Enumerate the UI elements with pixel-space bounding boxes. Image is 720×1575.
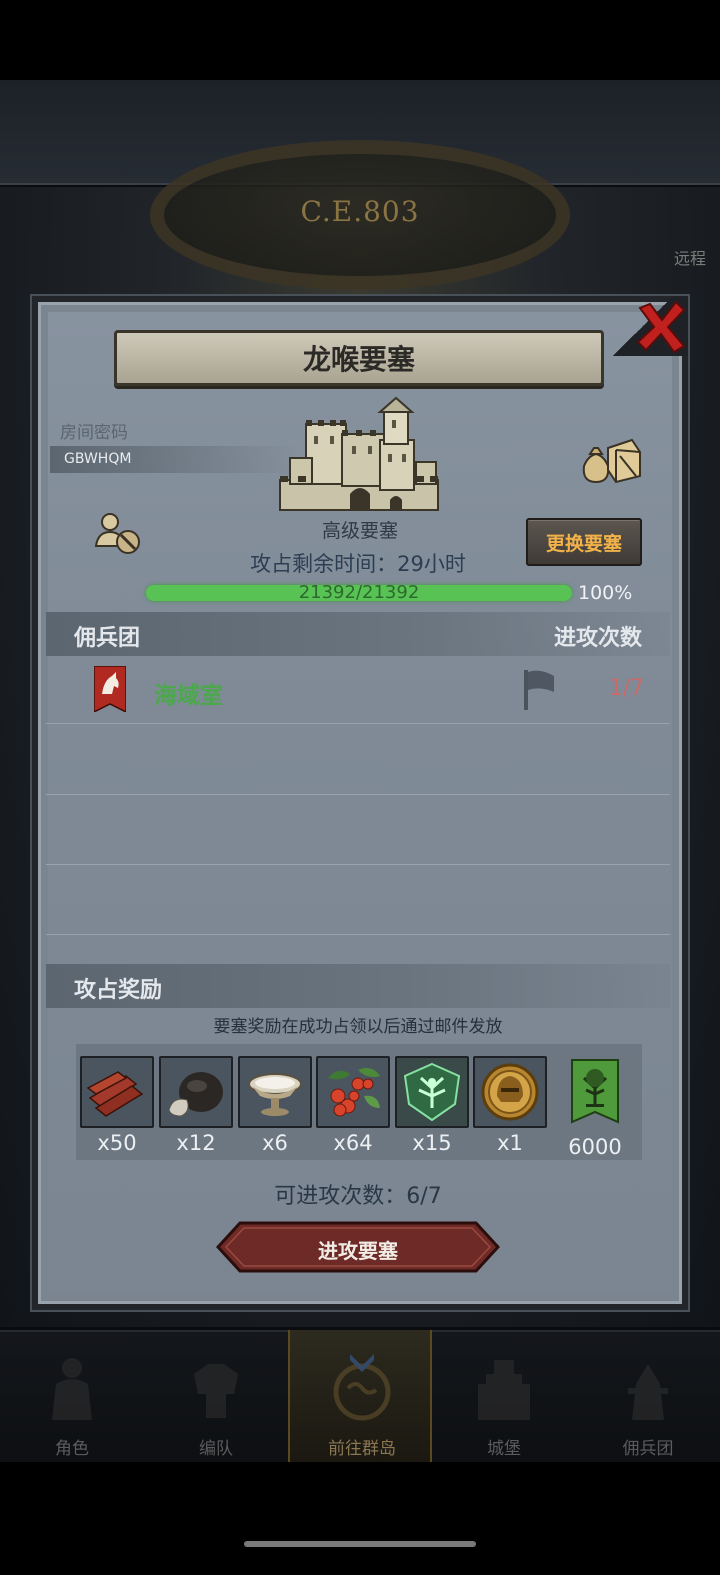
wolf-banner-icon bbox=[94, 666, 126, 712]
reward-item[interactable]: x1 bbox=[473, 1056, 547, 1160]
change-fort-button[interactable]: 更换要塞 bbox=[526, 518, 642, 566]
reward-qty: x6 bbox=[262, 1131, 288, 1155]
nav-mercenary[interactable]: 佣兵团 bbox=[576, 1330, 720, 1462]
row-divider bbox=[46, 934, 670, 935]
reward-item[interactable]: 6000 bbox=[558, 1056, 632, 1160]
fort-hp-percent: 100% bbox=[578, 582, 633, 604]
reward-item[interactable]: x64 bbox=[316, 1056, 390, 1160]
truffle-icon bbox=[161, 1058, 231, 1126]
attacks-remaining: 可进攻次数：6/7 bbox=[274, 1184, 442, 1209]
reward-item[interactable]: x12 bbox=[159, 1056, 233, 1160]
row-divider bbox=[46, 864, 670, 865]
popup-title-banner: 龙喉要塞 bbox=[114, 330, 604, 386]
attack-count-header: 进攻次数 bbox=[553, 626, 642, 651]
berries-icon bbox=[318, 1058, 388, 1126]
reward-qty: x15 bbox=[412, 1131, 452, 1155]
mercenary-section-title: 佣兵团 bbox=[74, 626, 141, 651]
mercenary-name: 海域室 bbox=[154, 683, 223, 709]
mercenary-icon bbox=[628, 1364, 668, 1420]
fort-hp-text: 21392/21392 bbox=[298, 582, 420, 603]
reward-item[interactable]: x6 bbox=[238, 1056, 312, 1160]
nav-castle[interactable]: 城堡 bbox=[432, 1330, 576, 1462]
change-fort-button-label: 更换要塞 bbox=[545, 532, 622, 555]
room-password-label: 房间密码 bbox=[60, 423, 128, 443]
loot-crate-icon[interactable] bbox=[580, 436, 642, 484]
reward-item[interactable]: x15 bbox=[395, 1056, 469, 1160]
fortress-castle-icon bbox=[279, 396, 439, 511]
era-text: C.E.803 bbox=[300, 195, 420, 228]
nav-formation-label: 编队 bbox=[199, 1439, 233, 1459]
row-divider bbox=[46, 794, 670, 795]
reward-section-title: 攻占奖励 bbox=[74, 978, 163, 1003]
reward-qty: x64 bbox=[333, 1131, 373, 1155]
nav-castle-label: 城堡 bbox=[487, 1439, 521, 1459]
nav-mercenary-label: 佣兵团 bbox=[622, 1439, 674, 1459]
nav-islands-label: 前往群岛 bbox=[328, 1439, 396, 1459]
knight-icon bbox=[52, 1358, 92, 1420]
popup-title: 龙喉要塞 bbox=[302, 343, 415, 376]
reward-qty: 6000 bbox=[568, 1135, 622, 1159]
attack-fort-button-label: 进攻要塞 bbox=[318, 1239, 398, 1263]
reward-item[interactable]: x50 bbox=[80, 1056, 154, 1160]
flag-icon bbox=[524, 670, 554, 710]
mercenary-section-header: 佣兵团 进攻次数 bbox=[46, 612, 670, 656]
home-indicator[interactable] bbox=[244, 1541, 476, 1547]
reward-qty: x12 bbox=[176, 1131, 216, 1155]
reward-qty: x50 bbox=[97, 1131, 137, 1155]
reward-note: 要塞奖励在成功占领以后通过邮件发放 bbox=[213, 1017, 503, 1037]
world-icon bbox=[333, 1354, 391, 1421]
helmet-coin-icon bbox=[475, 1058, 545, 1126]
tree-emblem-icon bbox=[397, 1058, 467, 1126]
side-label: 远程 bbox=[673, 249, 706, 268]
nav-role-label: 角色 bbox=[55, 1439, 89, 1459]
castle-icon bbox=[478, 1360, 530, 1420]
close-icon[interactable] bbox=[634, 300, 688, 354]
room-password-value: GBWHQM bbox=[50, 446, 300, 473]
nav-role[interactable]: 角色 bbox=[0, 1330, 144, 1462]
wood-icon bbox=[82, 1058, 152, 1126]
bottom-safe-area bbox=[0, 1462, 720, 1575]
mercenary-row[interactable]: 海域室 1/7 bbox=[46, 656, 670, 724]
nav-formation[interactable]: 编队 bbox=[144, 1330, 288, 1462]
attack-fort-button[interactable]: 进攻要塞 bbox=[216, 1221, 500, 1273]
status-bar-area bbox=[0, 0, 720, 80]
bowl-icon bbox=[240, 1058, 310, 1126]
armor-icon bbox=[194, 1364, 238, 1418]
mercenary-attack-count: 1/7 bbox=[608, 676, 644, 701]
reward-qty: x1 bbox=[497, 1131, 523, 1155]
green-banner-icon bbox=[571, 1059, 619, 1124]
nav-islands[interactable]: 前往群岛 bbox=[288, 1330, 432, 1462]
reward-section-header: 攻占奖励 bbox=[46, 964, 670, 1008]
